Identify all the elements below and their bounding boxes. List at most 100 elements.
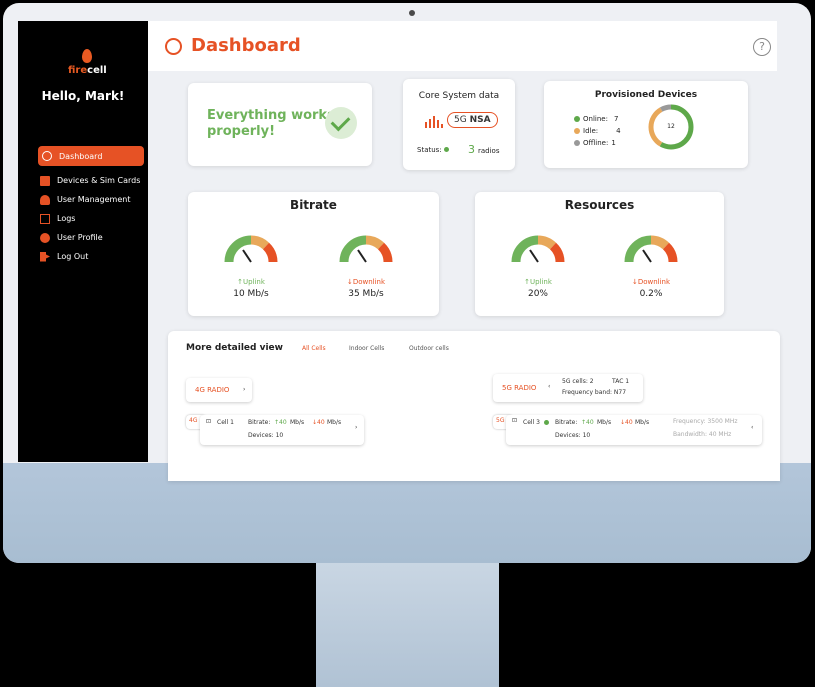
idle-label: Idle: bbox=[583, 127, 599, 135]
radios-label: radios bbox=[478, 147, 500, 155]
sidebar-item-label: User Management bbox=[57, 195, 131, 204]
resources-uplink-gauge: ↑Uplink 20% bbox=[508, 222, 568, 299]
cell-status-dot bbox=[544, 420, 549, 425]
online-dot bbox=[574, 116, 580, 122]
logs-icon bbox=[40, 213, 50, 224]
bitrate-title: Bitrate bbox=[290, 198, 337, 212]
provisioned-devices-card: Provisioned Devices Online: 7 Idle: 4 Offl… bbox=[544, 81, 748, 168]
bitrate-card: Bitrate ↑Uplink 10 Mb/s ↓Downlink 35 Mb/… bbox=[188, 192, 439, 316]
sidebar-nav: Dashboard Devices & Sim Cards User Manag… bbox=[38, 146, 144, 266]
page-title: Dashboard bbox=[191, 35, 301, 56]
sidebar-item-logout[interactable]: Log Out bbox=[38, 247, 144, 266]
cell-1-card[interactable]: ⊡ Cell 1 Bitrate: ↑40 Mb/s ↓40 Mb/s Devi… bbox=[200, 415, 364, 445]
tab-indoor-cells[interactable]: Indoor Cells bbox=[349, 345, 384, 352]
cell-up-unit: Mb/s bbox=[290, 419, 305, 426]
cell-icon: ⊡ bbox=[512, 417, 518, 424]
uplink-label: ↑Uplink bbox=[524, 278, 552, 286]
sidebar-item-label: Dashboard bbox=[59, 151, 103, 161]
resources-title: Resources bbox=[564, 198, 635, 212]
sidebar-item-label: Logs bbox=[57, 214, 76, 223]
brand-cell: cell bbox=[87, 65, 107, 76]
sidebar-item-user-profile[interactable]: User Profile bbox=[38, 228, 144, 247]
help-button[interactable]: ? bbox=[753, 38, 771, 56]
network-mode: NSA bbox=[469, 115, 491, 125]
cell-down-value: ↓40 bbox=[620, 419, 633, 426]
cell-devices: Devices: 10 bbox=[555, 432, 591, 439]
bitrate-label: Bitrate: bbox=[248, 419, 271, 426]
bitrate-label: Bitrate: bbox=[555, 419, 578, 426]
radios-number: 3 bbox=[468, 143, 475, 156]
chevron-right-icon: › bbox=[243, 386, 246, 393]
offline-label: Offline: bbox=[583, 139, 609, 147]
cell-3-card[interactable]: ⊡ Cell 3 Bitrate: ↑40 Mb/s ↓40 Mb/s Devi… bbox=[506, 415, 762, 445]
offline-count: 1 bbox=[611, 139, 616, 147]
sidebar-item-user-management[interactable]: User Management bbox=[38, 190, 144, 209]
chevron-left-icon: ‹ bbox=[548, 383, 551, 390]
4g-radio-label: 4G RADIO bbox=[195, 386, 230, 394]
user-profile-icon bbox=[40, 232, 50, 243]
uplink-value: 10 Mb/s bbox=[233, 289, 269, 299]
brand-fire: fire bbox=[68, 65, 88, 76]
status-card: Everything works properly! bbox=[188, 83, 372, 166]
header: Dashboard ? bbox=[148, 21, 777, 71]
sim-card-icon bbox=[40, 175, 50, 186]
5g-tag-label: 5G bbox=[496, 417, 505, 424]
status-indicator: Status: bbox=[417, 146, 449, 154]
5g-cells: 5G cells: 2 bbox=[562, 378, 594, 385]
monitor-stand bbox=[316, 563, 499, 687]
chevron-left-icon: ‹ bbox=[751, 424, 754, 431]
gauge-dial bbox=[511, 235, 565, 263]
core-title: Core System data bbox=[418, 91, 500, 101]
cell-up-unit: Mb/s bbox=[597, 419, 612, 426]
downlink-label: ↓Downlink bbox=[346, 278, 386, 286]
logout-icon bbox=[40, 251, 50, 262]
radios-count: 3 radios bbox=[468, 143, 500, 156]
bitrate-uplink-gauge: ↑Uplink 10 Mb/s bbox=[221, 222, 281, 299]
cell-down-value: ↓40 bbox=[312, 419, 325, 426]
check-icon bbox=[325, 107, 357, 139]
status-dot bbox=[443, 147, 449, 152]
cell-frequency: Frequency: 3500 MHz bbox=[673, 418, 738, 425]
chevron-right-icon: › bbox=[355, 424, 358, 431]
sidebar: firecell Hello, Mark! Dashboard Devices … bbox=[18, 21, 148, 462]
cell-devices: Devices: 10 bbox=[248, 432, 284, 439]
devices-title: Provisioned Devices bbox=[594, 90, 698, 100]
5g-radio-label: 5G RADIO bbox=[502, 384, 537, 392]
resources-card: Resources ↑Uplink 20% ↓Downlink 0.2% bbox=[475, 192, 724, 316]
network-badge: 5G NSA bbox=[447, 112, 498, 128]
sidebar-item-dashboard[interactable]: Dashboard bbox=[38, 146, 144, 166]
user-management-icon bbox=[40, 194, 50, 205]
downlink-value: 35 Mb/s bbox=[348, 289, 384, 299]
gauge-dial bbox=[224, 235, 278, 263]
sidebar-item-label: Devices & Sim Cards bbox=[57, 176, 141, 185]
firecell-logo: firecell bbox=[68, 49, 107, 76]
status-message: Everything works properly! bbox=[207, 108, 335, 140]
sidebar-item-label: Log Out bbox=[57, 252, 89, 261]
core-system-card: Core System data 5G NSA Status: 3 radios bbox=[403, 79, 515, 170]
gauge-dial bbox=[339, 235, 393, 263]
resources-downlink-gauge: ↓Downlink 0.2% bbox=[621, 222, 681, 299]
4g-tag-label: 4G bbox=[189, 417, 198, 424]
dashboard-icon bbox=[42, 151, 52, 161]
downlink-value: 0.2% bbox=[639, 289, 663, 299]
cell-icon: ⊡ bbox=[206, 418, 212, 425]
status-line1: Everything works bbox=[207, 108, 335, 123]
detailed-view-card: More detailed view All Cells Indoor Cell… bbox=[168, 331, 780, 481]
signal-bars-icon bbox=[425, 116, 443, 131]
4g-radio-button[interactable]: 4G RADIO › bbox=[186, 378, 252, 402]
offline-dot bbox=[574, 140, 580, 146]
cell-up-value: ↑40 bbox=[274, 419, 287, 426]
cell-down-unit: Mb/s bbox=[635, 419, 650, 426]
cell-bandwidth: Bandwidth: 40 MHz bbox=[673, 431, 732, 438]
flame-icon bbox=[82, 49, 93, 63]
online-label: Online: bbox=[583, 115, 608, 123]
devices-legend: Online: 7 Idle: 4 Offline: 1 bbox=[574, 113, 621, 149]
tab-all-cells[interactable]: All Cells bbox=[302, 345, 326, 352]
greeting: Hello, Mark! bbox=[41, 89, 125, 103]
tab-outdoor-cells[interactable]: Outdoor cells bbox=[409, 345, 449, 352]
sidebar-item-devices[interactable]: Devices & Sim Cards bbox=[38, 171, 144, 190]
network-type: 5G bbox=[454, 115, 467, 125]
sidebar-item-logs[interactable]: Logs bbox=[38, 209, 144, 228]
5g-radio-panel[interactable]: 5G RADIO ‹ 5G cells: 2 TAC 1 Frequency b… bbox=[493, 374, 643, 402]
uplink-label: ↑Uplink bbox=[237, 278, 265, 286]
